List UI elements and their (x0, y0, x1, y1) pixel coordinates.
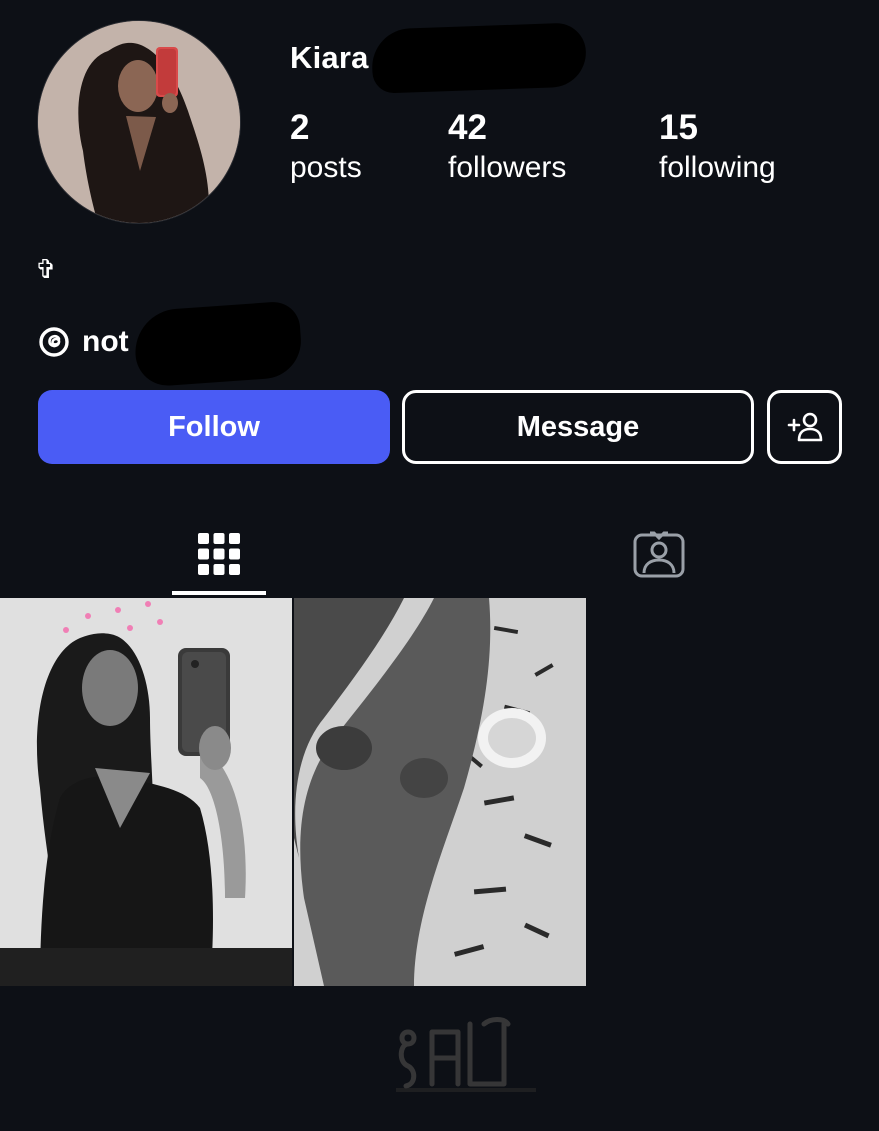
tab-tagged[interactable] (612, 512, 706, 596)
post-thumbnail[interactable] (294, 598, 586, 986)
followers-count: 42 (448, 108, 487, 147)
followers-label: followers (448, 151, 567, 184)
stat-following[interactable]: 15 following (659, 108, 776, 188)
posts-label: posts (290, 151, 362, 184)
bio-text: ✞ (35, 254, 57, 284)
profile-screen: Kiara 2 posts 42 followers 15 following … (0, 0, 879, 1131)
posts-count: 2 (290, 108, 310, 147)
username: Kiara (290, 40, 369, 75)
stat-followers[interactable]: 42 followers (448, 108, 566, 188)
threads-icon (38, 326, 70, 358)
grid-icon (197, 532, 241, 576)
redaction-mark (370, 22, 588, 94)
legs-on-letter-sheet-photo (294, 598, 586, 986)
watermark-logo (396, 1014, 536, 1094)
avatar-image (38, 21, 240, 223)
username-row: Kiara (290, 38, 369, 78)
redaction-mark (132, 300, 304, 388)
active-tab-indicator (172, 591, 266, 595)
following-count: 15 (659, 108, 698, 147)
post-thumbnail[interactable] (0, 598, 292, 986)
tab-posts-grid[interactable] (172, 512, 266, 596)
message-button[interactable]: Message (402, 390, 754, 464)
add-person-icon (786, 408, 824, 446)
stat-posts[interactable]: 2 posts (290, 108, 362, 188)
threads-badge[interactable]: not (38, 322, 129, 362)
following-label: following (659, 151, 776, 184)
tagged-person-icon (632, 529, 686, 579)
profile-avatar[interactable] (37, 20, 241, 224)
threads-username: not (82, 325, 129, 358)
mirror-selfie-photo (0, 598, 292, 986)
profile-stats: 2 posts 42 followers 15 following (290, 108, 850, 198)
follow-button[interactable]: Follow (38, 390, 390, 464)
suggest-accounts-button[interactable] (767, 390, 842, 464)
